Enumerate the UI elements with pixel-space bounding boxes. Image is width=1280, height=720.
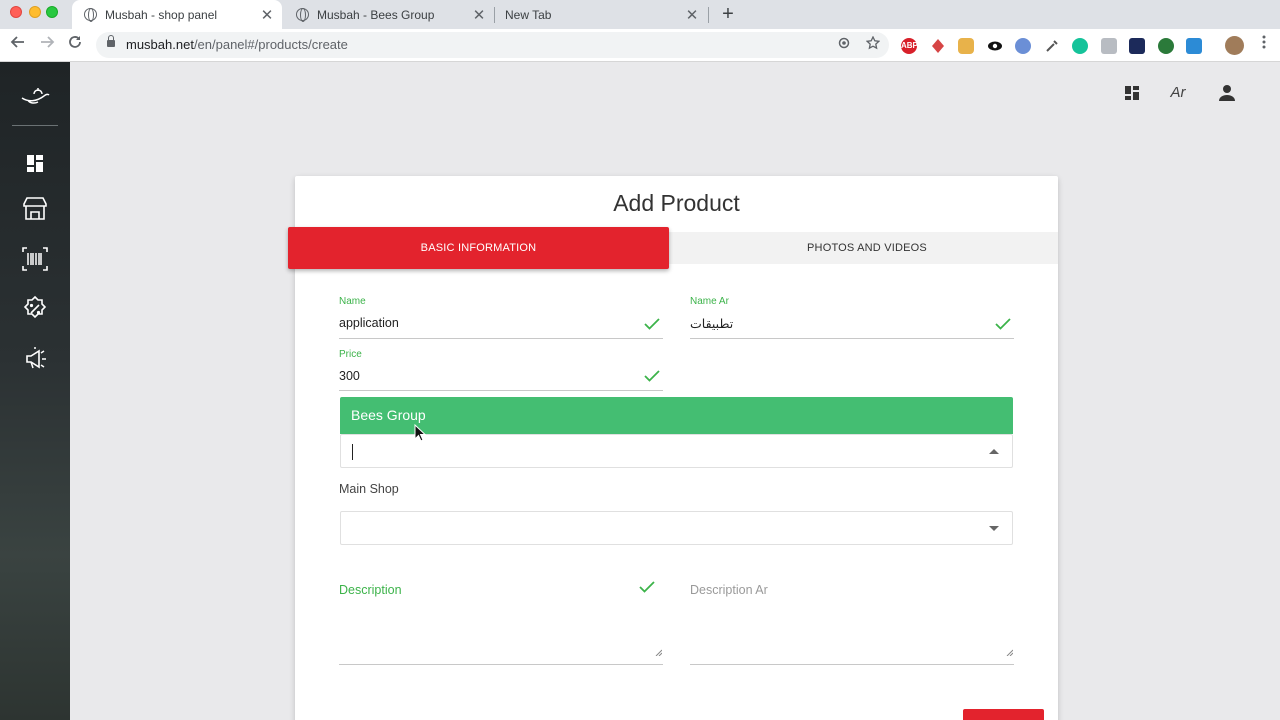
info-extension-icon[interactable] (1015, 38, 1031, 54)
bookmark-star-icon[interactable] (863, 35, 883, 55)
valid-check-icon (995, 318, 1011, 330)
caret-down-icon[interactable] (989, 526, 999, 531)
name-ar-label: Name Ar (690, 296, 729, 307)
location-icon[interactable] (834, 35, 854, 55)
page-title: Add Product (613, 190, 740, 216)
name-ar-input[interactable]: تطبيقات (690, 316, 733, 331)
submit-button[interactable] (963, 709, 1044, 720)
dashboard-icon[interactable] (21, 149, 49, 177)
group-select-input[interactable] (340, 434, 1013, 468)
user-account-icon[interactable] (1216, 82, 1238, 104)
resize-grip-icon[interactable] (655, 649, 662, 656)
eyedropper-extension-icon[interactable] (1044, 38, 1060, 54)
honey-extension-icon[interactable] (958, 38, 974, 54)
forward-icon[interactable] (35, 34, 59, 56)
dark-extension-icon[interactable] (1129, 38, 1145, 54)
browser-menu-icon[interactable] (1252, 34, 1276, 56)
globe-icon (296, 8, 309, 22)
tab-title: New Tab (505, 7, 552, 22)
upwork-extension-icon[interactable] (1158, 38, 1174, 54)
description-ar-label: Description Ar (690, 583, 768, 597)
fi-extension-icon[interactable] (1186, 38, 1202, 54)
tab-title: Musbah - shop panel (105, 7, 218, 22)
adblock-extension-icon[interactable]: ABP (901, 38, 918, 54)
caret-up-icon[interactable] (989, 449, 999, 454)
close-tab-icon[interactable]: ✕ (470, 6, 488, 24)
apps-grid-icon[interactable] (1121, 82, 1143, 104)
name-underline (339, 338, 663, 339)
valid-check-icon (639, 581, 655, 593)
globe-icon (84, 8, 97, 22)
screen-extension-icon[interactable] (1101, 38, 1117, 54)
name-ar-underline (690, 338, 1014, 339)
tab-photos-videos[interactable]: PHOTOS AND VIDEOS (676, 227, 1058, 269)
tab-basic-information[interactable]: BASIC INFORMATION (288, 227, 669, 269)
main-shop-label: Main Shop (339, 482, 399, 496)
megaphone-icon[interactable] (21, 345, 49, 373)
barcode-icon[interactable] (21, 245, 49, 273)
add-product-card: Add Product PHOTOS AND VIDEOS BASIC INFO… (288, 176, 1058, 720)
description-ar-textarea[interactable] (690, 664, 1014, 665)
store-icon[interactable] (21, 194, 49, 222)
browser-toolbar: musbah.net/en/panel#/products/create ABP (0, 29, 1280, 62)
url-host: musbah.net (126, 37, 194, 52)
close-window-button[interactable] (10, 6, 22, 18)
minimize-window-button[interactable] (29, 6, 41, 18)
main-shop-select[interactable] (340, 511, 1013, 545)
tab-title: Musbah - Bees Group (317, 7, 435, 22)
description-textarea[interactable] (339, 664, 663, 665)
valid-check-icon (644, 318, 660, 330)
price-label: Price (339, 349, 362, 360)
dropdown-option-bees-group[interactable]: Bees Group (340, 397, 1013, 434)
browser-tab-bar: Musbah - shop panel ✕ Musbah - Bees Grou… (0, 0, 1280, 29)
lock-icon (107, 35, 115, 47)
browser-tab-new-tab[interactable]: New Tab ✕ (495, 0, 707, 29)
grammarly-extension-icon[interactable] (1072, 38, 1088, 54)
price-underline (339, 390, 663, 391)
close-tab-icon[interactable]: ✕ (683, 6, 701, 24)
description-label: Description (339, 583, 402, 597)
sidebar-divider (12, 125, 58, 126)
text-cursor (352, 444, 353, 460)
browser-tab-shop-panel[interactable]: Musbah - shop panel ✕ (72, 0, 282, 29)
close-tab-icon[interactable]: ✕ (258, 6, 276, 24)
name-label: Name (339, 296, 366, 307)
new-tab-button[interactable]: + (718, 2, 738, 26)
app-sidebar (0, 62, 70, 720)
url-text: musbah.net/en/panel#/products/create (126, 37, 348, 52)
price-input[interactable]: 300 (339, 369, 360, 383)
language-switch-button[interactable]: Ar (1167, 82, 1189, 104)
discount-badge-icon[interactable] (21, 295, 49, 323)
tab-separator (708, 7, 709, 23)
back-icon[interactable] (6, 34, 30, 56)
address-bar[interactable]: musbah.net/en/panel#/products/create (96, 32, 889, 58)
lamp-logo-icon[interactable] (20, 80, 50, 110)
resize-grip-icon[interactable] (1006, 649, 1013, 656)
reload-icon[interactable] (63, 34, 87, 56)
valid-check-icon (644, 370, 660, 382)
name-input[interactable]: application (339, 316, 399, 330)
profile-avatar[interactable] (1225, 36, 1244, 55)
browser-tab-bees-group[interactable]: Musbah - Bees Group ✕ (284, 0, 494, 29)
maximize-window-button[interactable] (46, 6, 58, 18)
url-path: /en/panel#/products/create (193, 37, 348, 52)
diamond-extension-icon[interactable] (930, 38, 946, 54)
eye-extension-icon[interactable] (987, 38, 1003, 54)
mouse-pointer-icon (414, 424, 426, 442)
